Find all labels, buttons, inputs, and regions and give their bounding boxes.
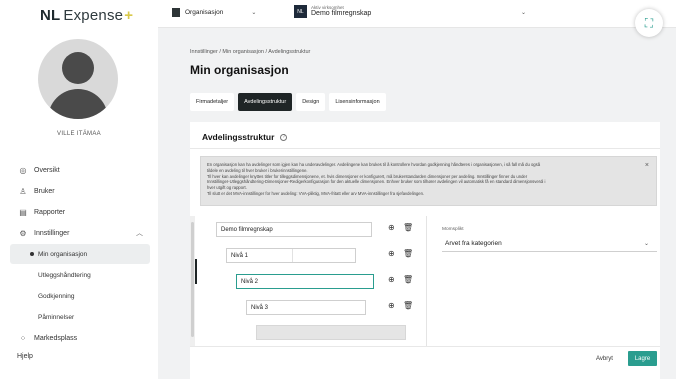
caret-down-icon[interactable]: ⌄ xyxy=(521,9,526,16)
sidebar-subitem-label: Påminnelser xyxy=(38,313,75,321)
section-title-text: Avdelingsstruktur xyxy=(202,132,275,142)
department-structure-card: Avdelingsstruktur ? En organisasjon kan … xyxy=(190,122,660,379)
vat-label: Momsplikt xyxy=(442,227,464,232)
vat-select[interactable]: Arvet fra kategorien ⌄ xyxy=(442,236,657,252)
footer-divider xyxy=(190,346,660,347)
logo-nl: NL xyxy=(40,7,61,24)
sidebar-item-rapporter[interactable]: ▤ Rapporter xyxy=(0,202,158,222)
sidebar-subitem-godkjenning[interactable]: Godkjenning xyxy=(0,286,158,306)
add-icon[interactable]: ⊕ xyxy=(388,249,395,258)
add-icon[interactable]: ⊕ xyxy=(388,275,395,284)
department-name-input[interactable]: Demo filmregnskap xyxy=(216,222,372,237)
sidebar-subitem-utleggshandtering[interactable]: Utleggshåndtering xyxy=(0,265,158,285)
cancel-button[interactable]: Avbryt xyxy=(596,356,613,362)
active-dot-icon xyxy=(30,252,34,256)
sidebar-item-label: Oversikt xyxy=(34,166,60,174)
info-banner: En organisasjon kan ha avdelinger som ig… xyxy=(200,156,657,206)
sidebar-subitem-label: Utleggshåndtering xyxy=(38,271,91,279)
tab-avdelingsstruktur[interactable]: Avdelingsstruktur xyxy=(238,93,293,111)
sidebar-item-oversikt[interactable]: ◎ Oversikt xyxy=(0,160,158,180)
breadcrumb: Innstillinger / Min organisasjon / Avdel… xyxy=(190,49,311,55)
trash-icon[interactable]: 🗑 xyxy=(403,249,413,258)
app-logo[interactable]: NL Expense + xyxy=(40,7,133,24)
account-selector[interactable]: NL Aktiv virksomhet Demo filmregnskap xyxy=(294,5,371,18)
clipboard-icon: ▤ xyxy=(19,207,27,217)
organisation-label: Organisasjon xyxy=(185,9,224,16)
logo-name: Expense xyxy=(63,7,124,24)
section-title: Avdelingsstruktur ? xyxy=(202,132,288,142)
account-name: Demo filmregnskap xyxy=(311,10,372,17)
sidebar-subitem-paminnelser[interactable]: Påminnelser xyxy=(0,307,158,327)
marketplace-icon: ⁘ xyxy=(19,333,27,343)
tab-design[interactable]: Design xyxy=(296,93,326,111)
gear-icon: ⚙ xyxy=(19,228,27,238)
organisation-selector[interactable]: Organisasjon ⌄ xyxy=(172,8,256,17)
sidebar-item-bruker[interactable]: ♙ Bruker xyxy=(0,181,158,201)
selection-indicator xyxy=(195,259,197,284)
scrollbar-thumb[interactable] xyxy=(191,222,194,337)
sidebar-item-markedsplass[interactable]: ⁘ Markedsplass xyxy=(0,328,158,348)
add-icon[interactable]: ⊕ xyxy=(388,301,395,310)
help-icon[interactable]: ? xyxy=(280,133,288,141)
sidebar-item-label: Hjelp xyxy=(17,352,33,360)
tabs: Firmadetaljer Avdelingsstruktur Design L… xyxy=(190,93,386,111)
panel-divider xyxy=(426,216,427,346)
department-name-input[interactable]: Nivå 1 xyxy=(226,248,356,263)
chevron-up-icon: ︿ xyxy=(136,230,143,237)
avatar-head xyxy=(62,52,94,84)
page-title: Min organisasjon xyxy=(190,63,289,77)
caret-down-icon: ⌄ xyxy=(251,10,257,16)
trash-icon[interactable]: 🗑 xyxy=(403,223,413,232)
tab-firmadetaljer[interactable]: Firmadetaljer xyxy=(190,93,235,111)
department-name: Nivå 2 xyxy=(241,278,259,285)
department-tree: Demo filmregnskap ⊕ 🗑 Nivå 1 ⊕ 🗑 Nivå 2 … xyxy=(190,216,426,346)
save-button[interactable]: Lagre xyxy=(628,351,657,366)
sidebar-item-label: Rapporter xyxy=(34,208,66,216)
top-bar: Organisasjon ⌄ NL Aktiv virksomhet Demo … xyxy=(158,0,676,28)
trash-icon[interactable]: 🗑 xyxy=(403,275,413,284)
sidebar-item-hjelp[interactable]: Hjelp xyxy=(0,346,158,366)
department-name-input[interactable]: Nivå 3 xyxy=(246,300,366,315)
placeholder-node xyxy=(256,325,406,340)
avatar-body xyxy=(48,89,108,119)
department-name: Demo filmregnskap xyxy=(221,226,273,233)
scan-receipt-button[interactable]: ⛶ xyxy=(635,9,663,37)
logo-plus: + xyxy=(124,7,134,24)
sidebar-subitem-label: Min organisasjon xyxy=(38,250,88,258)
chevron-down-icon: ⌄ xyxy=(643,241,649,247)
sidebar-item-innstillinger[interactable]: ⚙ Innstillinger ︿ xyxy=(0,223,158,243)
sidebar-item-label: Markedsplass xyxy=(34,334,78,342)
sidebar-item-label: Innstillinger xyxy=(34,229,70,237)
trash-icon[interactable]: 🗑 xyxy=(403,301,413,310)
building-icon xyxy=(172,8,180,17)
department-name-input[interactable]: Nivå 2 xyxy=(236,274,374,289)
sidebar-item-label: Bruker xyxy=(34,187,55,195)
field-divider xyxy=(292,249,293,262)
user-name: VILLE ITÄMAA xyxy=(57,131,101,137)
account-badge: NL xyxy=(294,5,307,18)
vat-select-value: Arvet fra kategorien xyxy=(445,240,502,247)
department-name: Nivå 3 xyxy=(251,304,269,311)
avatar[interactable] xyxy=(38,39,118,119)
scan-icon: ⛶ xyxy=(644,15,654,30)
department-name: Nivå 1 xyxy=(231,252,249,259)
close-icon[interactable]: × xyxy=(645,162,649,169)
tab-lisensinformasjon[interactable]: Lisensinformasjon xyxy=(329,93,386,111)
users-icon: ♙ xyxy=(19,186,27,196)
sidebar-subitem-min-organisasjon[interactable]: Min organisasjon xyxy=(10,244,150,264)
add-icon[interactable]: ⊕ xyxy=(388,223,395,232)
eye-icon: ◎ xyxy=(19,165,27,175)
sidebar-subitem-label: Godkjenning xyxy=(38,292,75,300)
info-line: Til slutt er det MVA-innstillinger for h… xyxy=(207,190,425,196)
divider xyxy=(190,148,660,149)
sidebar: NL Expense + VILLE ITÄMAA ◎ Oversikt ♙ B… xyxy=(0,0,158,379)
